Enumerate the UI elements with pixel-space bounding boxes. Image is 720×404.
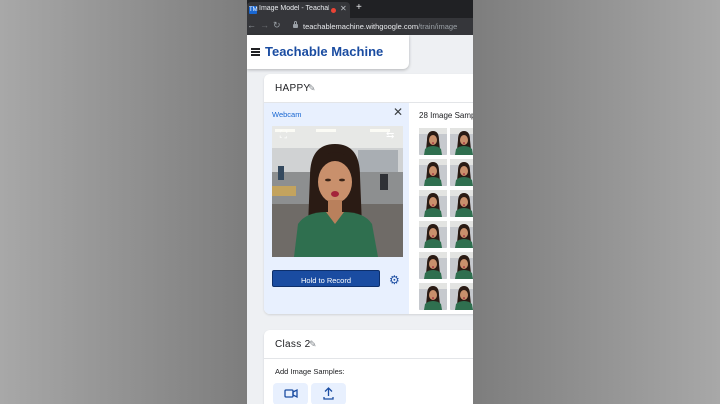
app-header: Teachable Machine: [247, 35, 409, 69]
recording-indicator-icon: [331, 8, 336, 13]
hamburger-menu-icon[interactable]: [251, 48, 260, 56]
lock-icon: [293, 21, 298, 28]
browser-window: TM Image Model - Teachable M ✕ + ← → ↻ t…: [247, 0, 473, 404]
tab-strip: TM Image Model - Teachable M ✕ +: [247, 0, 473, 18]
video-blurred-left-border: [0, 0, 247, 404]
webcam-label: Webcam: [272, 110, 302, 119]
image-sample-thumbnail[interactable]: [450, 128, 473, 155]
image-sample-thumbnail[interactable]: [419, 221, 447, 248]
url-field[interactable]: teachablemachine.withgoogle.com/train/im…: [303, 22, 457, 31]
edit-pencil-icon[interactable]: ✎: [309, 339, 317, 350]
browser-tab[interactable]: TM Image Model - Teachable M ✕: [247, 2, 350, 18]
image-sample-thumbnail[interactable]: [450, 159, 473, 186]
new-tab-button[interactable]: +: [356, 3, 362, 13]
class-name[interactable]: HAPPY: [275, 83, 310, 94]
back-arrow-icon[interactable]: ←: [247, 20, 256, 30]
settings-gear-icon[interactable]: ⚙: [389, 273, 400, 287]
tab-close-icon[interactable]: ✕: [340, 4, 347, 13]
url-path: /train/image: [418, 22, 458, 31]
crop-icon[interactable]: ⛶: [280, 130, 287, 141]
samples-count-label: 28 Image Samples: [419, 111, 473, 120]
favicon-icon: TM: [249, 6, 258, 14]
webcam-preview: ⛶ ⇆: [272, 126, 403, 257]
class-name[interactable]: Class 2: [275, 339, 310, 350]
class-card-class-2: Class 2 ✎ Add Image Samples:: [264, 330, 473, 404]
forward-arrow-icon[interactable]: →: [260, 20, 269, 30]
reload-icon[interactable]: ↻: [273, 20, 281, 31]
address-bar: ← → ↻ teachablemachine.withgoogle.com/tr…: [247, 18, 473, 35]
flip-camera-icon[interactable]: ⇆: [386, 130, 394, 141]
app-title: Teachable Machine: [265, 44, 384, 59]
image-sample-thumbnail[interactable]: [419, 252, 447, 279]
image-sample-thumbnail[interactable]: [419, 128, 447, 155]
image-sample-thumbnail[interactable]: [450, 252, 473, 279]
close-icon[interactable]: ✕: [393, 106, 403, 118]
image-sample-thumbnail[interactable]: [450, 221, 473, 248]
image-sample-thumbnail[interactable]: [419, 190, 447, 217]
image-sample-thumbnail[interactable]: [419, 283, 447, 310]
upload-icon: [323, 387, 334, 400]
webcam-sample-button[interactable]: [273, 383, 308, 404]
image-sample-thumbnail[interactable]: [450, 190, 473, 217]
hold-to-record-button[interactable]: Hold to Record: [272, 270, 380, 287]
tab-title: Image Model - Teachable M: [259, 5, 329, 12]
webcam-frame-image: [272, 126, 403, 257]
upload-sample-button[interactable]: [311, 383, 346, 404]
add-samples-label: Add Image Samples:: [275, 367, 345, 376]
class-card-happy: HAPPY ✎ Webcam ✕ ⛶ ⇆ Hold to Record ⚙ 28…: [264, 74, 473, 314]
video-camera-icon: [284, 388, 298, 399]
video-blurred-right-border: [473, 0, 720, 404]
url-host: teachablemachine.withgoogle.com: [303, 22, 419, 31]
edit-pencil-icon[interactable]: ✎: [308, 83, 316, 94]
image-sample-thumbnail[interactable]: [450, 283, 473, 310]
card-divider: [264, 358, 473, 359]
webcam-panel: Webcam ✕ ⛶ ⇆ Hold to Record ⚙: [264, 103, 409, 314]
image-sample-thumbnail[interactable]: [419, 159, 447, 186]
